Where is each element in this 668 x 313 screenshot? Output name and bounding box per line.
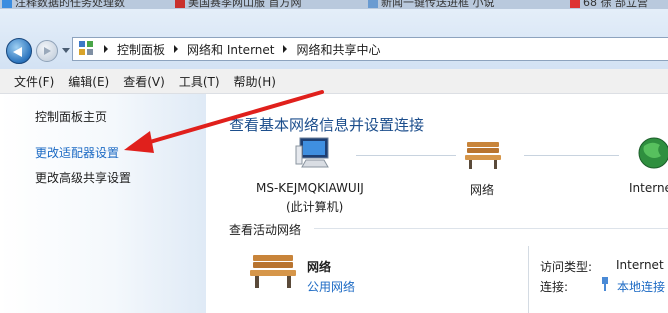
connections-label: 连接: — [540, 280, 569, 294]
computer-sub: (此计算机) — [286, 200, 344, 214]
nav-control-panel-home[interactable]: 控制面板主页 — [35, 108, 107, 125]
tab-icon — [570, 0, 580, 8]
nav-change-adapter-settings[interactable]: 更改适配器设置 — [35, 144, 119, 161]
forward-icon[interactable] — [36, 40, 58, 62]
active-networks-title: 查看活动网络 — [229, 223, 302, 237]
menu-edit[interactable]: 编辑(E) — [68, 73, 109, 90]
tab-label: 美国赛季网山服 首方网 — [188, 0, 302, 9]
menu-bar: 文件(F) 编辑(E) 查看(V) 工具(T) 帮助(H) — [0, 69, 668, 94]
tab-label: 新闻一键传送进框 小说 — [381, 0, 495, 9]
menu-file[interactable]: 文件(F) — [14, 73, 54, 90]
section-divider — [314, 228, 668, 229]
local-connection-link[interactable]: 本地连接 — [617, 278, 665, 295]
ethernet-icon — [602, 277, 608, 291]
control-panel-icon — [79, 41, 95, 57]
left-nav-pane: 控制面板主页 更改适配器设置 更改高级共享设置 — [0, 94, 206, 313]
navigation-bar: 控制面板 网络和 Internet 网络和共享中心 — [0, 9, 668, 69]
menu-help[interactable]: 帮助(H) — [234, 73, 276, 90]
address-bar[interactable]: 控制面板 网络和 Internet 网络和共享中心 — [72, 37, 668, 61]
tab-icon — [2, 0, 12, 8]
internet-label[interactable]: Internet — [629, 181, 668, 195]
computer-icon — [295, 137, 329, 168]
globe-icon[interactable] — [636, 136, 668, 170]
browser-tab[interactable]: 注释数据的任务处理数 — [2, 0, 125, 9]
access-type-value: Internet — [616, 258, 664, 272]
menu-tools[interactable]: 工具(T) — [179, 73, 220, 90]
recent-pages-dropdown[interactable] — [62, 48, 70, 53]
breadcrumb-separator[interactable] — [174, 45, 179, 53]
breadcrumb-network-sharing-center[interactable]: 网络和共享中心 — [296, 41, 380, 58]
nav-change-advanced-sharing[interactable]: 更改高级共享设置 — [35, 169, 131, 186]
tab-icon — [175, 0, 185, 8]
browser-tab[interactable]: 新闻一键传送进框 小说 — [368, 0, 495, 9]
back-icon[interactable] — [6, 38, 32, 64]
menu-view[interactable]: 查看(V) — [123, 73, 165, 90]
active-network-name: 网络 — [307, 260, 332, 274]
browser-tab[interactable]: 美国赛季网山服 首方网 — [175, 0, 302, 9]
tab-label: 68 徐 部立营 — [583, 0, 648, 9]
tab-label: 注释数据的任务处理数 — [15, 0, 125, 9]
access-type-label: 访问类型: — [540, 260, 593, 274]
computer-name: MS-KEJMQKIAWUIJ — [256, 181, 364, 195]
column-divider — [528, 246, 529, 313]
network-label[interactable]: 网络 — [470, 181, 494, 198]
breadcrumb-control-panel[interactable]: 控制面板 — [117, 41, 165, 58]
tab-icon — [368, 0, 378, 8]
main-content: 查看基本网络信息并设置连接 MS-KEJMQKIAWUIJ (此计算机) 网络 … — [206, 94, 668, 313]
browser-tab[interactable]: 68 徐 部立营 — [570, 0, 648, 9]
breadcrumb-network-internet[interactable]: 网络和 Internet — [187, 41, 274, 58]
bench-network-icon[interactable] — [248, 251, 298, 291]
map-connector — [524, 155, 619, 156]
breadcrumb-separator[interactable] — [283, 45, 288, 53]
active-network-type-link[interactable]: 公用网络 — [307, 278, 355, 295]
breadcrumb-separator[interactable] — [104, 45, 108, 53]
page-title: 查看基本网络信息并设置连接 — [229, 116, 425, 134]
map-connector — [356, 155, 456, 156]
browser-tab-strip: 注释数据的任务处理数 美国赛季网山服 首方网 新闻一键传送进框 小说 68 徐 … — [0, 0, 668, 9]
bench-network-icon[interactable] — [463, 138, 503, 170]
